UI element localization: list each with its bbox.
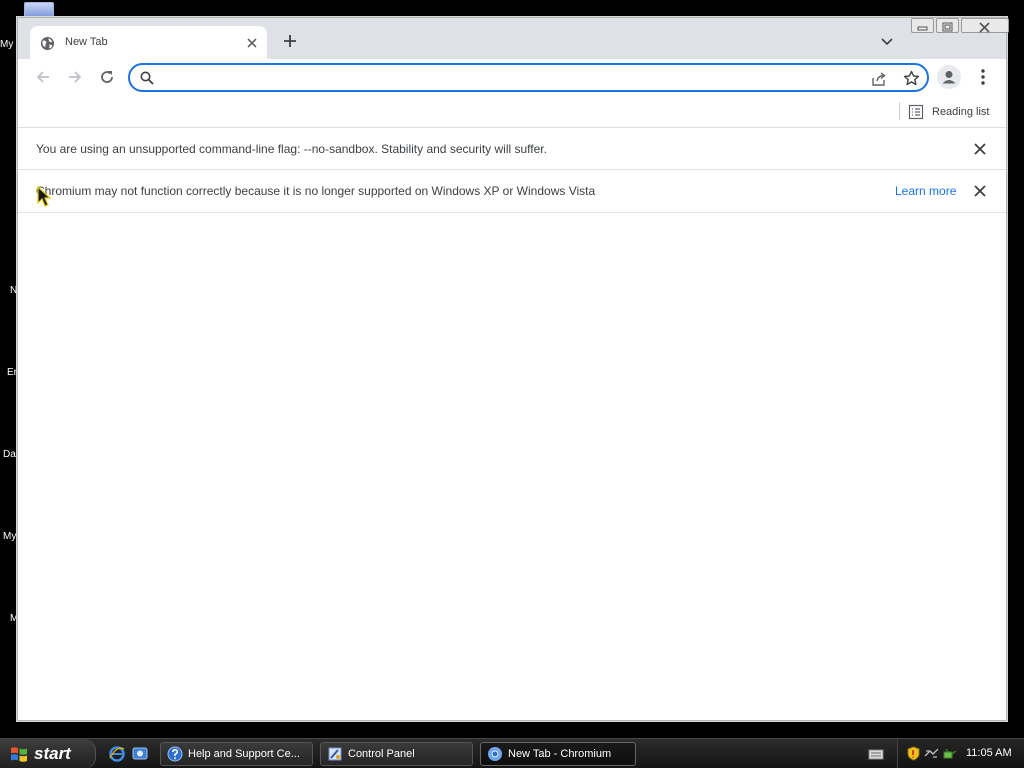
help-icon <box>167 746 183 762</box>
show-desktop-icon[interactable] <box>131 745 149 763</box>
maximize-button[interactable] <box>936 18 959 33</box>
bookmarks-bar: Reading list <box>18 97 1006 128</box>
close-icon[interactable] <box>972 183 988 199</box>
bookmark-star-icon[interactable] <box>903 70 920 87</box>
reading-list-label: Reading list <box>932 106 990 118</box>
address-input[interactable] <box>164 68 854 88</box>
system-tray: 11:05 AM <box>897 739 1024 768</box>
minimize-button[interactable] <box>911 18 934 33</box>
close-window-button[interactable] <box>961 18 1009 33</box>
taskbar-item-label: Help and Support Ce... <box>188 748 300 760</box>
new-tab-button[interactable] <box>280 31 300 51</box>
taskbar-item-chromium[interactable]: New Tab - Chromium <box>480 742 636 766</box>
taskbar-item-help-and-support[interactable]: Help and Support Ce... <box>160 742 313 766</box>
tab-strip: New Tab <box>18 18 1009 60</box>
mouse-cursor-icon <box>37 186 51 207</box>
desktop-icon[interactable] <box>24 2 54 18</box>
start-label: start <box>34 744 71 763</box>
infobar-sandbox-warning: You are using an unsupported command-lin… <box>18 128 1006 170</box>
chevron-down-icon[interactable] <box>878 32 896 50</box>
start-button[interactable]: start <box>0 739 96 768</box>
tab-new-tab[interactable]: New Tab <box>30 26 267 60</box>
reload-icon[interactable] <box>97 67 117 87</box>
tab-close-icon[interactable] <box>243 34 261 52</box>
chromium-icon <box>488 747 502 761</box>
window-controls <box>911 18 1009 34</box>
forward-arrow-icon[interactable] <box>65 67 85 87</box>
globe-icon <box>40 36 55 51</box>
tab-title: New Tab <box>65 36 108 48</box>
taskbar: start Help and Support Ce... Control Pan… <box>0 738 1024 768</box>
control-panel-icon <box>328 747 342 761</box>
back-arrow-icon[interactable] <box>33 67 53 87</box>
page-content[interactable] <box>18 213 1006 720</box>
close-icon[interactable] <box>972 141 988 157</box>
share-icon[interactable] <box>870 70 887 87</box>
security-shield-icon[interactable] <box>906 746 921 761</box>
kebab-menu-icon[interactable] <box>974 67 992 87</box>
infobar-message: Chromium may not function correctly beca… <box>36 184 596 198</box>
reading-list-icon <box>908 104 924 120</box>
search-icon <box>140 71 154 85</box>
network-icon[interactable] <box>924 746 939 761</box>
taskbar-item-label: New Tab - Chromium <box>508 748 612 760</box>
learn-more-link[interactable]: Learn more <box>895 184 956 198</box>
infobar-message: You are using an unsupported command-lin… <box>36 142 547 156</box>
taskbar-item-label: Control Panel <box>348 748 415 760</box>
taskbar-item-control-panel[interactable]: Control Panel <box>320 742 473 766</box>
internet-explorer-icon[interactable] <box>108 745 126 763</box>
reading-list-button[interactable]: Reading list <box>908 101 989 123</box>
safely-remove-hardware-icon[interactable] <box>942 746 957 761</box>
desktop-icon-label[interactable]: My <box>0 39 18 50</box>
divider <box>899 102 900 120</box>
toolbar <box>18 59 1006 97</box>
keyboard-icon[interactable] <box>868 747 884 761</box>
chromium-window: New Tab Reading list You are using an un… <box>17 17 1009 721</box>
clock[interactable]: 11:05 AM <box>966 747 1012 759</box>
infobar-unsupported-os: Chromium may not function correctly beca… <box>18 170 1006 213</box>
profile-avatar-icon[interactable] <box>937 65 961 89</box>
address-bar[interactable] <box>128 63 929 92</box>
windows-logo-icon <box>11 747 27 762</box>
